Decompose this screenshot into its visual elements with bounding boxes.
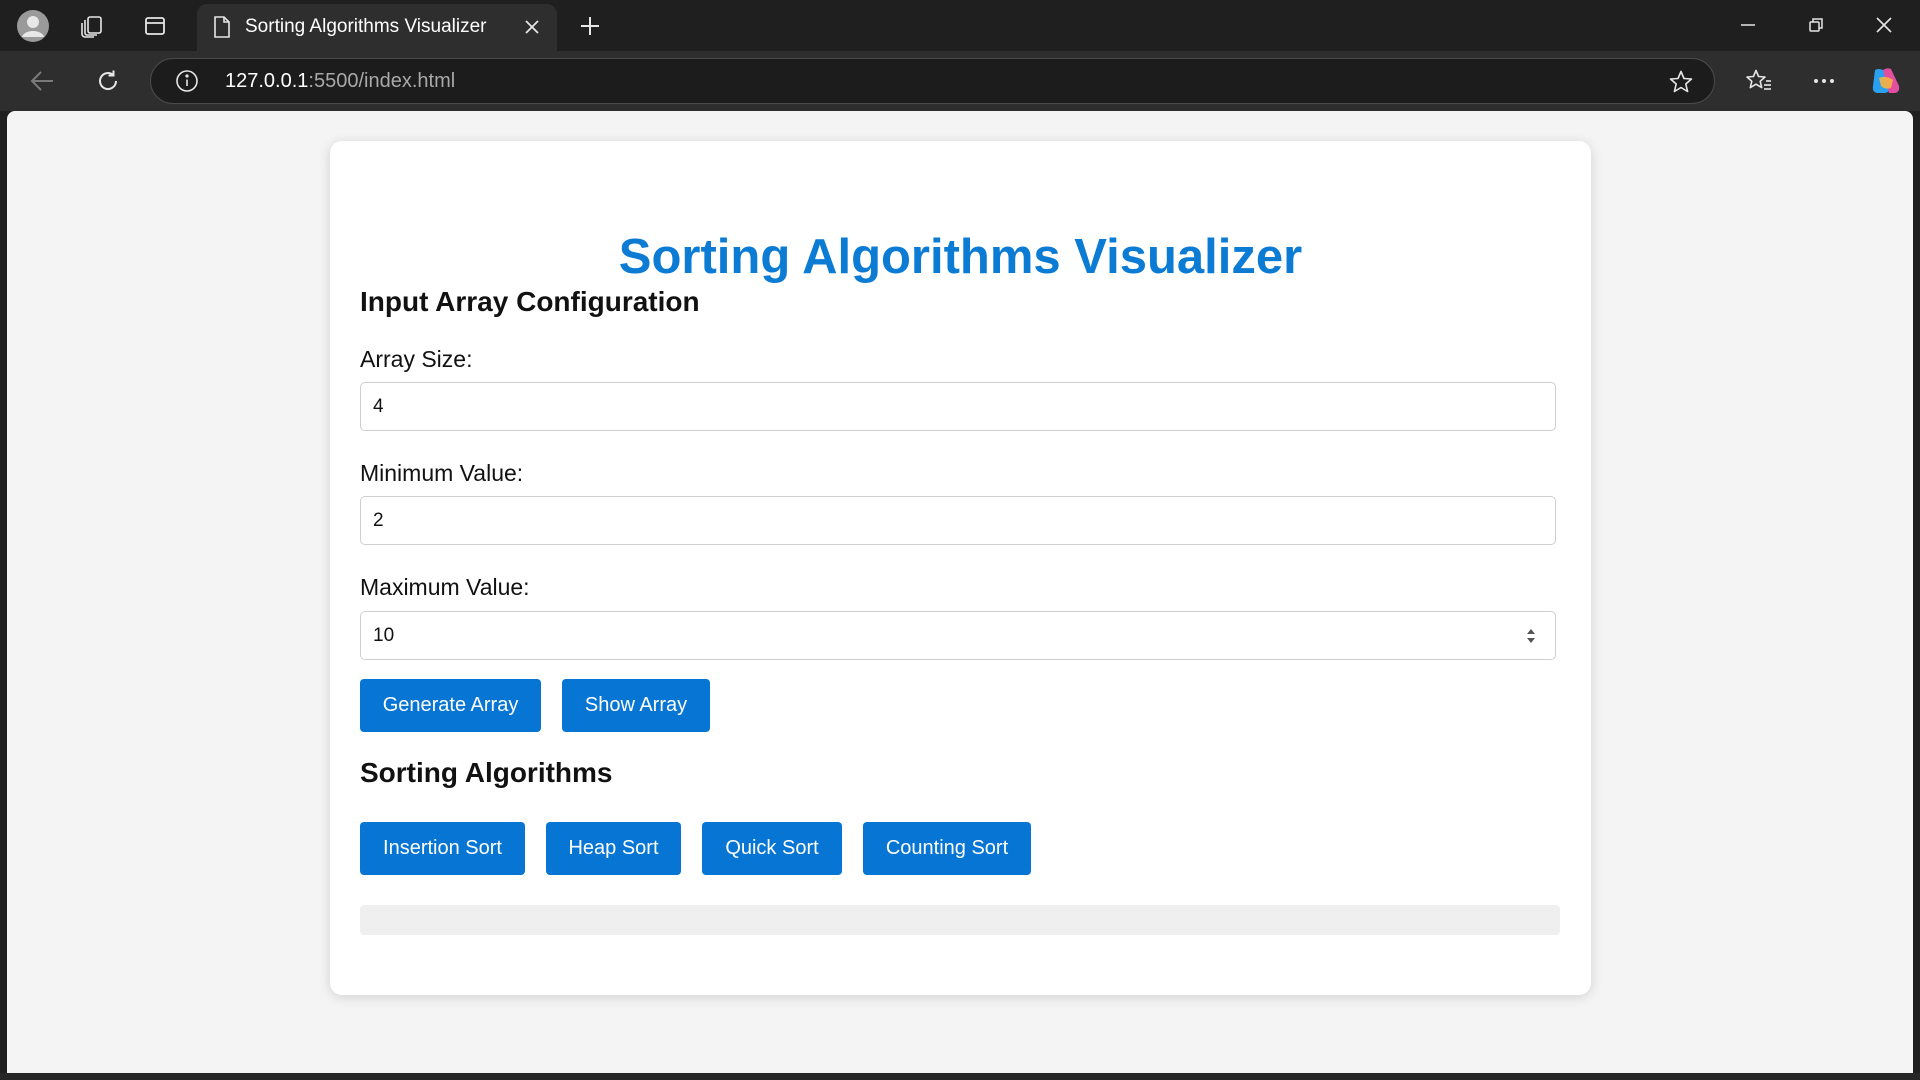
url-path: :5500/index.html (308, 70, 456, 92)
array-output-area (360, 905, 1560, 935)
more-icon[interactable] (1804, 63, 1844, 99)
address-bar[interactable]: 127.0.0.1:5500/index.html (150, 58, 1715, 104)
taskbar-edge (0, 1073, 1920, 1080)
show-array-button[interactable]: Show Array (562, 679, 710, 732)
url-host: 127.0.0.1 (225, 70, 309, 92)
profile-icon[interactable] (15, 8, 51, 44)
restore-icon[interactable] (1782, 0, 1850, 50)
algorithms-section-heading: Sorting Algorithms (360, 757, 613, 788)
browser-toolbar: 127.0.0.1:5500/index.html (0, 51, 1920, 111)
browser-titlebar: Sorting Algorithms Visualizer (0, 0, 1920, 51)
heap-sort-button[interactable]: Heap Sort (546, 822, 681, 875)
tab-actions-icon[interactable] (137, 8, 173, 44)
new-tab-icon[interactable] (572, 8, 608, 44)
refresh-icon[interactable] (88, 63, 128, 99)
max-value-input[interactable] (360, 611, 1556, 660)
generate-array-button[interactable]: Generate Array (360, 679, 541, 732)
min-value-label: Minimum Value: (360, 460, 524, 486)
max-value-label: Maximum Value: (360, 574, 530, 600)
tab-title: Sorting Algorithms Visualizer (245, 16, 487, 37)
info-icon[interactable] (175, 69, 199, 93)
close-icon[interactable] (517, 12, 547, 42)
array-size-label: Array Size: (360, 346, 473, 372)
min-value-input[interactable] (360, 496, 1556, 545)
window-close-icon[interactable] (1850, 0, 1918, 50)
copilot-icon[interactable] (1866, 63, 1906, 99)
page-viewport: Sorting Algorithms Visualizer Input Arra… (7, 111, 1913, 1073)
favorites-icon[interactable] (1739, 63, 1779, 99)
config-section-heading: Input Array Configuration (360, 286, 700, 317)
back-icon[interactable] (22, 63, 62, 99)
quick-sort-button[interactable]: Quick Sort (702, 822, 842, 875)
array-size-input[interactable] (360, 382, 1556, 431)
page-title: Sorting Algorithms Visualizer (618, 230, 1303, 284)
spinner-icon[interactable] (1526, 627, 1536, 645)
url-text[interactable]: 127.0.0.1:5500/index.html (225, 70, 455, 93)
minimize-icon[interactable] (1714, 0, 1782, 50)
favorite-star-icon[interactable] (1668, 69, 1694, 95)
visualizer-card: Sorting Algorithms Visualizer Input Arra… (330, 141, 1591, 995)
page-icon (211, 15, 233, 39)
insertion-sort-button[interactable]: Insertion Sort (360, 822, 525, 875)
collections-icon[interactable] (74, 8, 110, 44)
active-tab[interactable]: Sorting Algorithms Visualizer (197, 4, 557, 51)
counting-sort-button[interactable]: Counting Sort (863, 822, 1031, 875)
